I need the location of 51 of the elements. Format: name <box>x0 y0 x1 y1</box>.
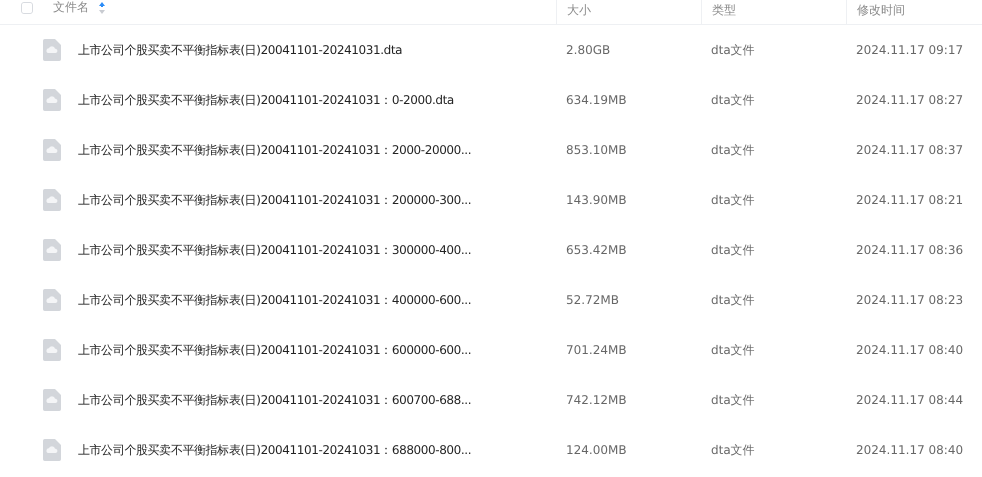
modified-time: 2024.11.17 08:37 <box>856 143 964 157</box>
column-header[interactable]: 文件名 <box>53 0 89 16</box>
file-type: dta文件 <box>711 192 755 208</box>
file-icon <box>43 239 61 261</box>
file-type: dta文件 <box>711 342 755 358</box>
file-type: dta文件 <box>711 392 755 408</box>
modified-time: 2024.11.17 08:40 <box>856 443 964 457</box>
file-type: dta文件 <box>711 142 755 158</box>
file-icon <box>43 289 61 311</box>
file-icon <box>43 139 61 161</box>
column-header[interactable]: 修改时间 <box>857 2 905 19</box>
file-name[interactable]: 上市公司个股买卖不平衡指标表(日)20041101-20241031：400000-600... <box>78 292 472 308</box>
file-icon <box>43 189 61 211</box>
file-name[interactable]: 上市公司个股买卖不平衡指标表(日)20041101-20241031.dta <box>78 42 402 58</box>
file-icon <box>43 339 61 361</box>
select-all-checkbox[interactable] <box>21 2 33 14</box>
file-name[interactable]: 上市公司个股买卖不平衡指标表(日)20041101-20241031：600700-688... <box>78 392 472 408</box>
file-size: 143.90MB <box>566 193 627 207</box>
file-type: dta文件 <box>711 42 755 58</box>
file-size: 634.19MB <box>566 93 627 107</box>
file-type: dta文件 <box>711 242 755 258</box>
file-icon <box>43 39 61 61</box>
file-size: 701.24MB <box>566 343 627 357</box>
file-type: dta文件 <box>711 292 755 308</box>
modified-time: 2024.11.17 08:27 <box>856 93 964 107</box>
file-size: 52.72MB <box>566 293 619 307</box>
file-type: dta文件 <box>711 442 755 458</box>
file-name[interactable]: 上市公司个股买卖不平衡指标表(日)20041101-20241031：688000-800... <box>78 442 472 458</box>
column-header[interactable]: 大小 <box>567 2 591 19</box>
file-size: 2.80GB <box>566 43 610 57</box>
file-size: 653.42MB <box>566 243 627 257</box>
file-type: dta文件 <box>711 92 755 108</box>
file-size: 124.00MB <box>566 443 627 457</box>
file-name[interactable]: 上市公司个股买卖不平衡指标表(日)20041101-20241031：300000-400... <box>78 242 472 258</box>
modified-time: 2024.11.17 08:40 <box>856 343 964 357</box>
file-icon <box>43 89 61 111</box>
file-name[interactable]: 上市公司个股买卖不平衡指标表(日)20041101-20241031：0-2000.dta <box>78 92 454 108</box>
modified-time: 2024.11.17 08:23 <box>856 293 964 307</box>
modified-time: 2024.11.17 08:21 <box>856 193 964 207</box>
sort-icon[interactable] <box>99 2 105 14</box>
file-size: 853.10MB <box>566 143 627 157</box>
file-size: 742.12MB <box>566 393 627 407</box>
file-name[interactable]: 上市公司个股买卖不平衡指标表(日)20041101-20241031：600000-600... <box>78 342 472 358</box>
modified-time: 2024.11.17 08:36 <box>856 243 964 257</box>
modified-time: 2024.11.17 08:44 <box>856 393 964 407</box>
file-icon <box>43 389 61 411</box>
file-icon <box>43 439 61 461</box>
column-header[interactable]: 类型 <box>712 2 736 19</box>
modified-time: 2024.11.17 09:17 <box>856 43 964 57</box>
file-name[interactable]: 上市公司个股买卖不平衡指标表(日)20041101-20241031：2000-20000... <box>78 142 472 158</box>
file-name[interactable]: 上市公司个股买卖不平衡指标表(日)20041101-20241031：200000-300... <box>78 192 472 208</box>
